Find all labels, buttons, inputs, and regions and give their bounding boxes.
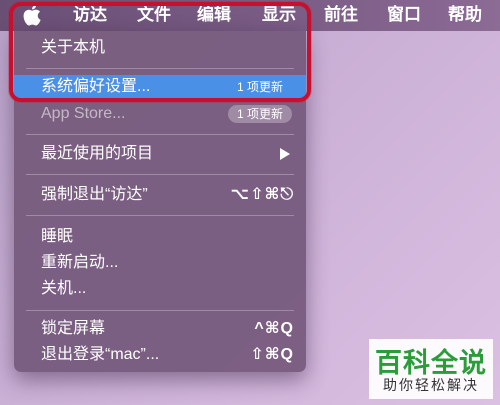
menu-separator xyxy=(26,174,294,175)
menu-item-label: App Store... xyxy=(41,105,126,122)
menu-separator xyxy=(26,310,294,311)
submenu-arrow-icon xyxy=(280,148,290,160)
menu-item-label: 退出登录“mac”... xyxy=(41,346,160,363)
update-badge: 1 项更新 xyxy=(227,105,292,123)
shortcut-label: ^⌘Q xyxy=(254,320,294,337)
menu-separator xyxy=(26,134,294,135)
menu-item-label: 重新启动... xyxy=(41,254,119,271)
menu-item-logout[interactable]: 退出登录“mac”... ⇧⌘Q xyxy=(14,343,306,367)
menu-item-label: 锁定屏幕 xyxy=(41,320,106,337)
shortcut-label: ⌥⇧⌘⎋ xyxy=(230,186,294,203)
menubar-help[interactable]: 帮助 xyxy=(448,5,482,25)
shortcut-label: ⇧⌘Q xyxy=(250,346,294,363)
menu-item-restart[interactable]: 重新启动... xyxy=(14,251,306,275)
menu-item-label: 最近使用的项目 xyxy=(41,145,154,162)
menubar-window[interactable]: 窗口 xyxy=(387,5,421,25)
watermark-logo: 百科全说 助你轻松解决 xyxy=(369,339,493,399)
menubar-go[interactable]: 前往 xyxy=(324,5,358,25)
menu-item-app-store[interactable]: App Store... 1 项更新 xyxy=(14,102,306,126)
watermark-subtitle: 助你轻松解决 xyxy=(383,377,479,393)
menu-item-lock-screen[interactable]: 锁定屏幕 ^⌘Q xyxy=(14,317,306,341)
menu-separator xyxy=(26,215,294,216)
menu-item-recent-items[interactable]: 最近使用的项目 xyxy=(14,142,306,166)
menu-item-shutdown[interactable]: 关机... xyxy=(14,277,306,301)
menu-item-sleep[interactable]: 睡眠 xyxy=(14,225,306,249)
menu-item-label: 强制退出“访达” xyxy=(41,186,148,203)
menu-item-force-quit[interactable]: 强制退出“访达” ⌥⇧⌘⎋ xyxy=(14,183,306,207)
menu-item-label: 睡眠 xyxy=(41,228,74,245)
menu-item-label: 关机... xyxy=(41,280,87,297)
annotation-highlight-frame xyxy=(9,2,311,102)
